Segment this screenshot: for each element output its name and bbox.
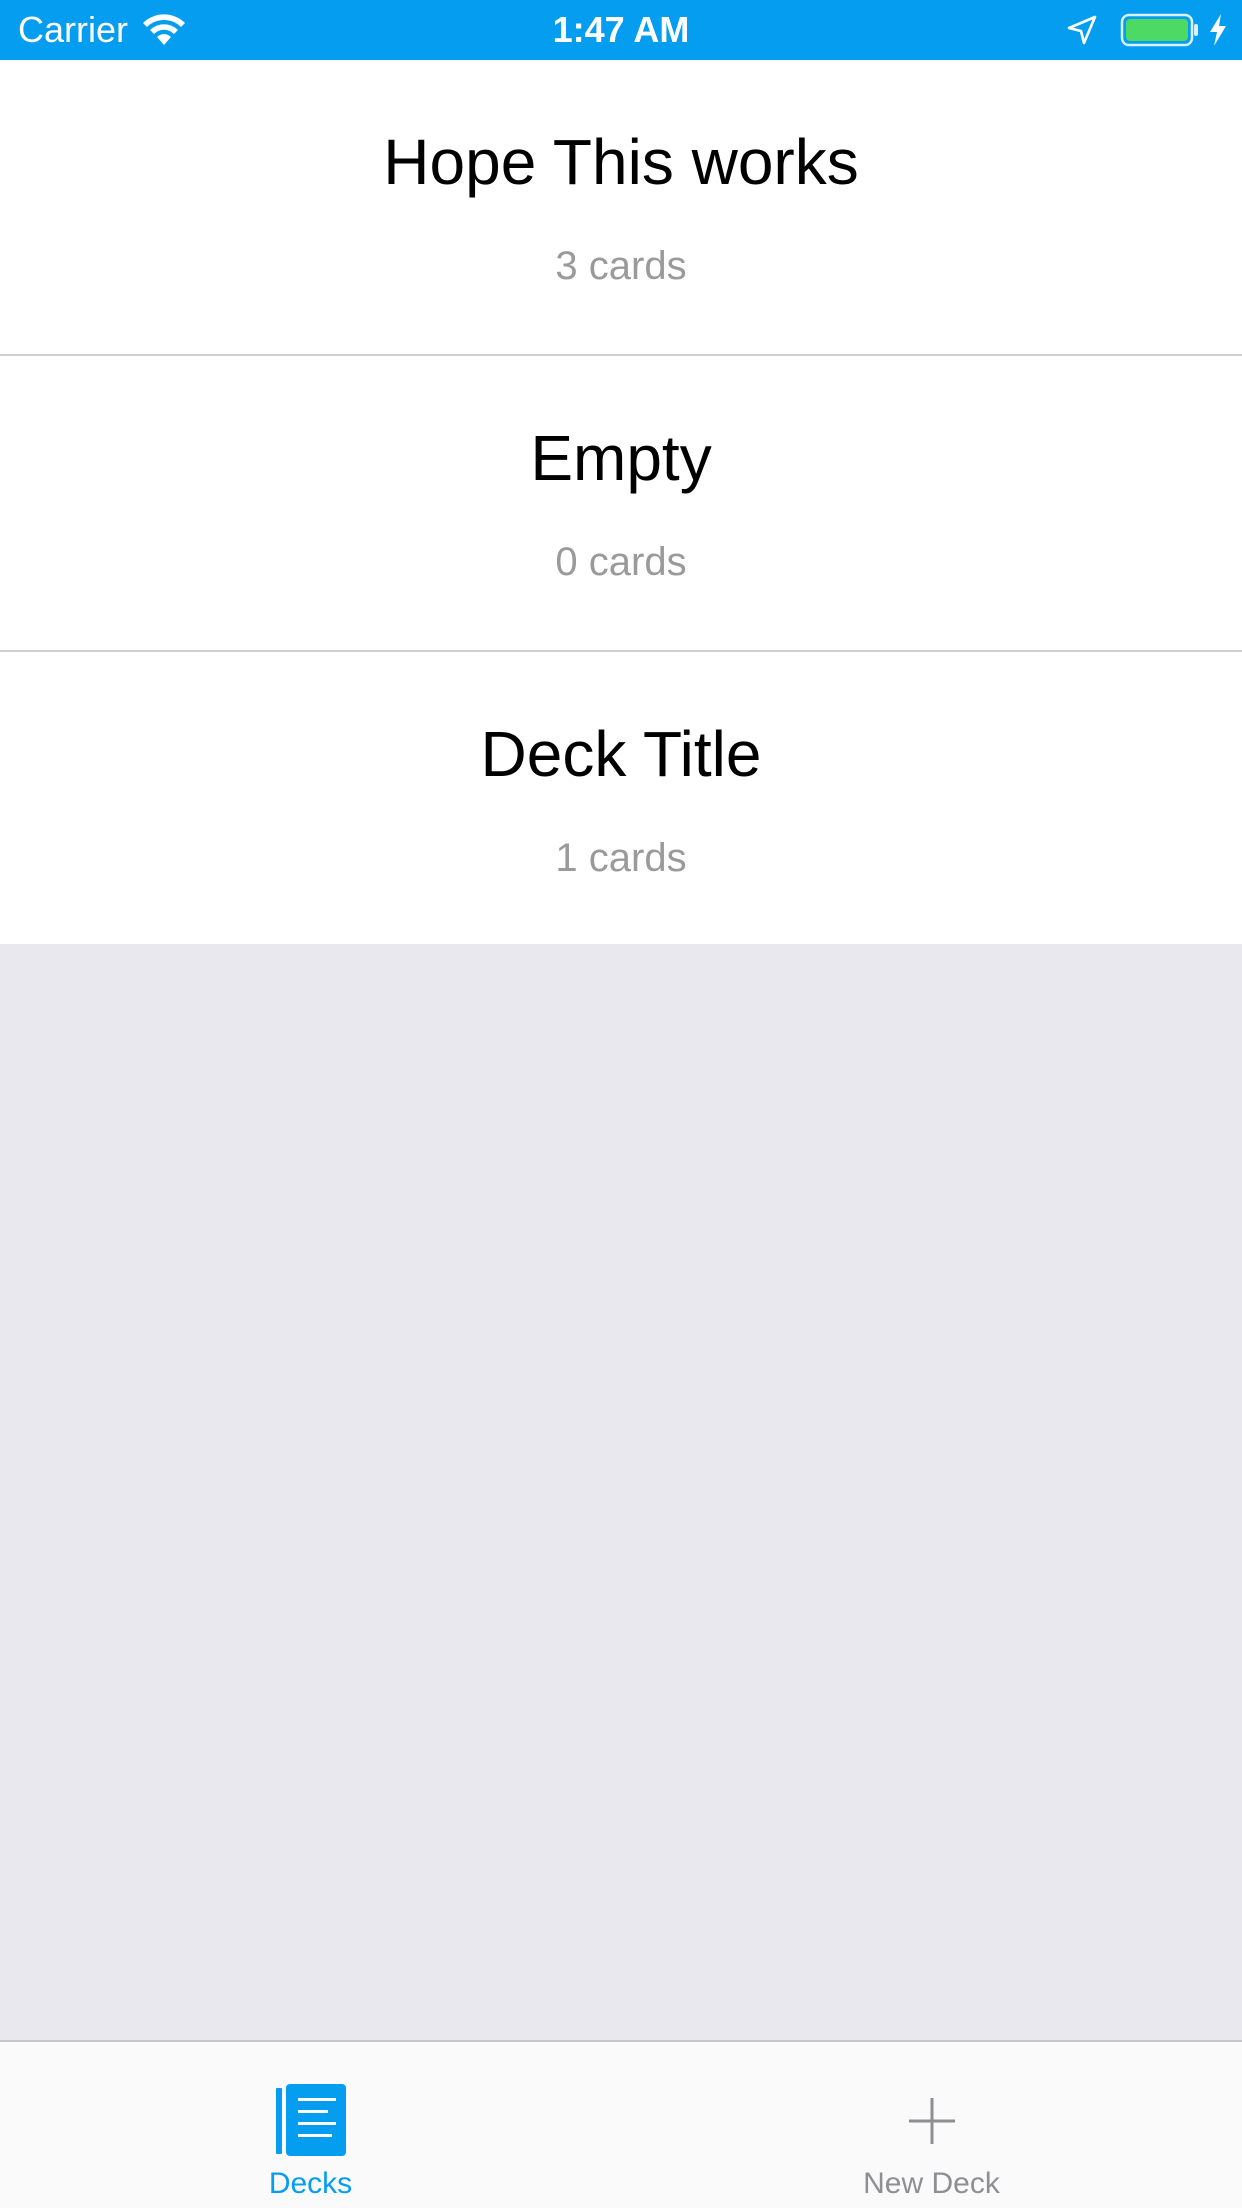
tab-new-deck[interactable]: New Deck xyxy=(621,2042,1242,2208)
deck-title: Empty xyxy=(530,422,712,494)
tab-decks-label: Decks xyxy=(268,2167,353,2200)
deck-list-item[interactable]: Deck Title 1 cards xyxy=(0,652,1242,944)
status-bar: Carrier 1:47 AM xyxy=(0,0,1242,60)
location-arrow-icon xyxy=(1067,15,1097,45)
battery-icon xyxy=(1120,13,1198,47)
deck-list: Hope This works 3 cards Empty 0 cards De… xyxy=(0,60,1242,944)
deck-card-count: 1 cards xyxy=(555,836,687,880)
deck-list-item[interactable]: Hope This works 3 cards xyxy=(0,60,1242,356)
decks-list-icon xyxy=(275,2084,346,2156)
deck-card-count: 0 cards xyxy=(555,540,687,584)
status-time: 1:47 AM xyxy=(552,9,690,50)
charging-bolt-icon xyxy=(1210,14,1226,46)
status-right-icons xyxy=(1066,10,1228,50)
deck-card-count: 3 cards xyxy=(555,244,687,288)
deck-title: Hope This works xyxy=(383,126,859,198)
tab-bar: Decks New Deck xyxy=(0,2040,1242,2208)
tab-decks[interactable]: Decks xyxy=(0,2042,621,2208)
deck-title: Deck Title xyxy=(480,718,762,790)
deck-list-item[interactable]: Empty 0 cards xyxy=(0,356,1242,652)
tab-new-deck-label: New Deck xyxy=(863,2167,1000,2200)
app-screen: Carrier 1:47 AM Hope This works 3 cards … xyxy=(0,0,1242,2208)
plus-icon xyxy=(908,2098,955,2144)
